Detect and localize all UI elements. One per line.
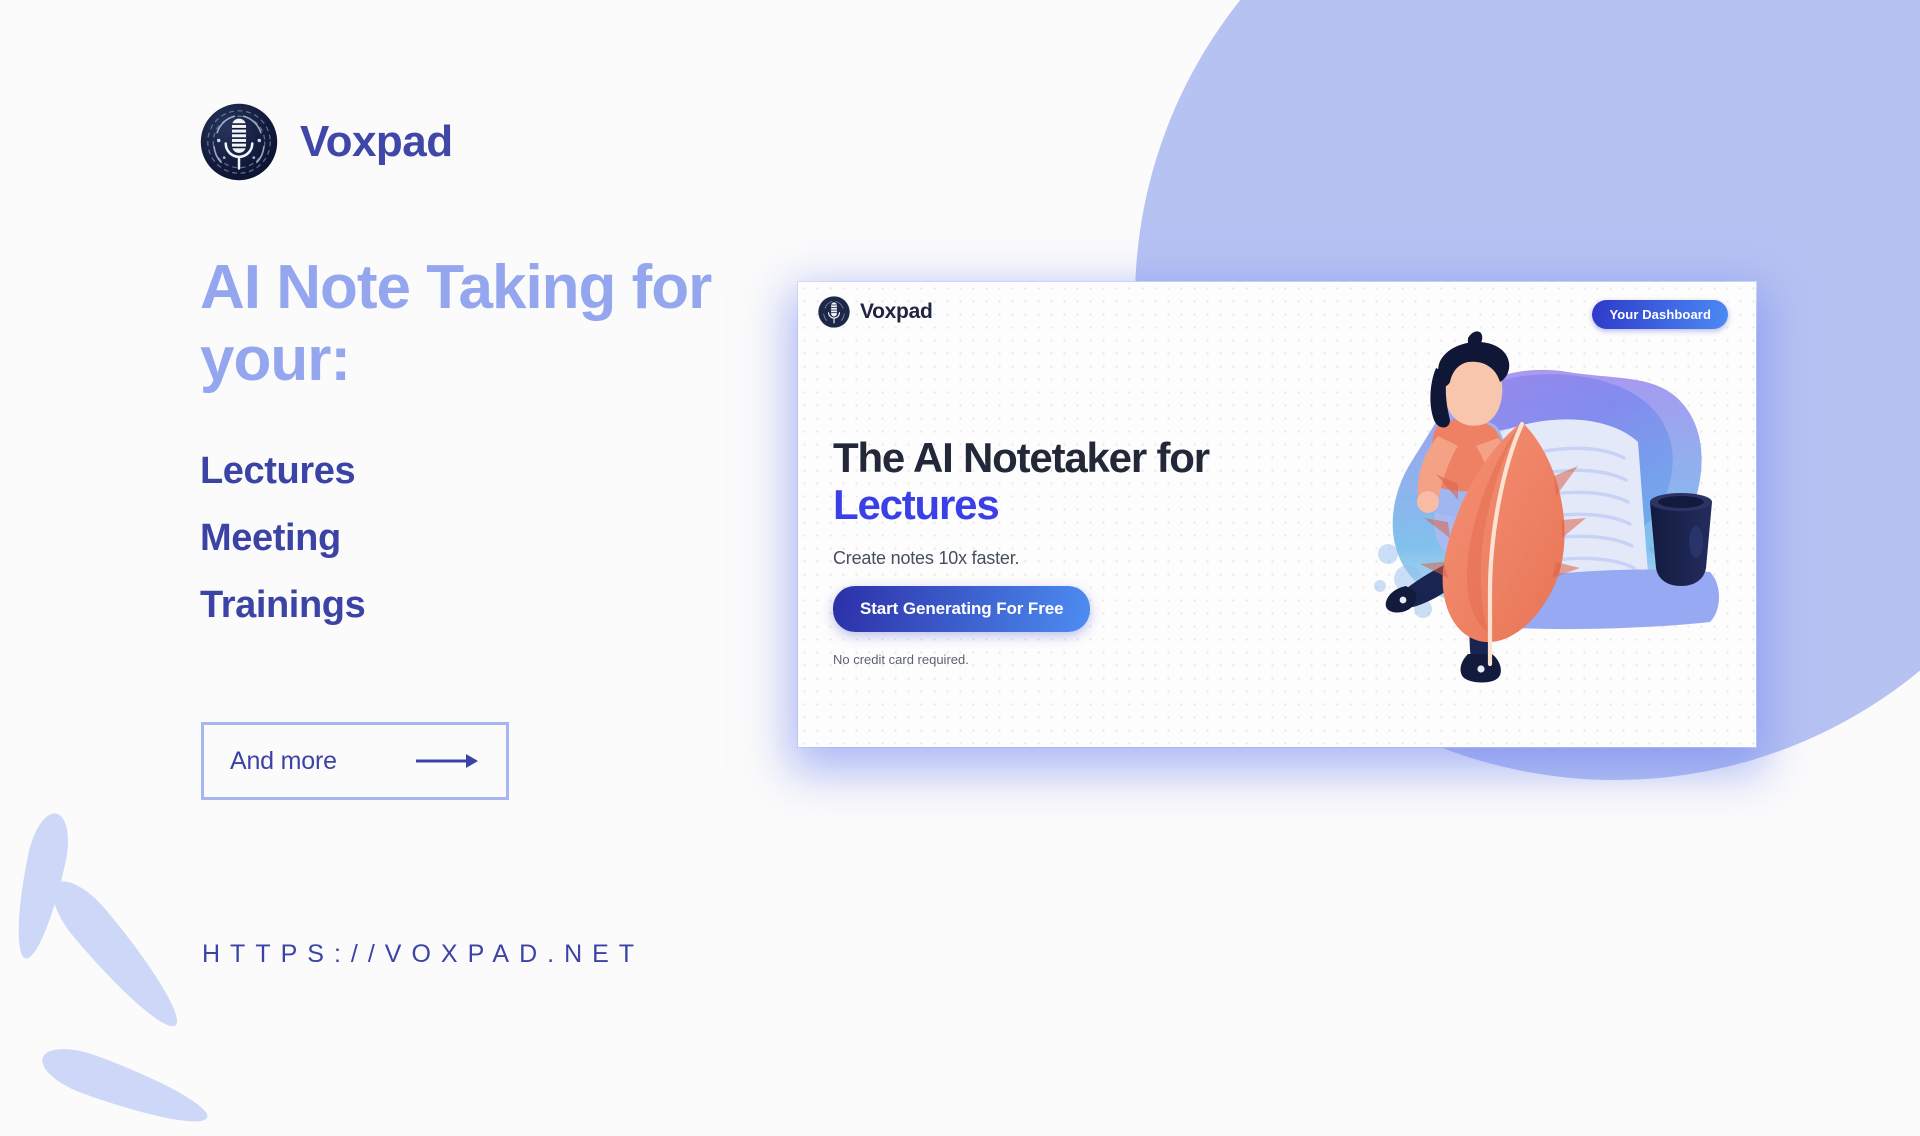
card-subtitle: Create notes 10x faster. (833, 548, 1020, 569)
brand-name: Voxpad (300, 117, 453, 166)
arrow-right-icon (416, 754, 478, 768)
product-screenshot-card: Voxpad Your Dashboard The AI Notetaker f… (798, 282, 1756, 747)
use-case-item-meeting: Meeting (200, 516, 341, 559)
card-copy-block: The AI Notetaker for Lectures Create not… (833, 434, 1303, 667)
microphone-circle-icon (818, 296, 850, 328)
person-with-quill-feather-scroll-inkpot-illustration (1374, 331, 1719, 683)
decorative-comet-shape-3 (35, 1038, 215, 1136)
and-more-label: And more (230, 746, 337, 775)
card-headline-line-1: The AI Notetaker for (833, 434, 1210, 481)
card-disclaimer: No credit card required. (833, 652, 969, 668)
card-headline-line-2: Lectures (833, 481, 1000, 529)
and-more-button[interactable]: And more (201, 722, 509, 800)
use-case-item-trainings: Trainings (200, 583, 366, 626)
card-brand-name: Voxpad (860, 300, 933, 323)
brand-logo-lockup: Voxpad (200, 103, 453, 181)
start-generating-for-free-button[interactable]: Start Generating For Free (833, 586, 1091, 633)
microphone-circle-icon (200, 103, 278, 181)
hero-headline: AI Note Taking for your: (200, 253, 712, 394)
use-case-item-lectures: Lectures (200, 450, 356, 492)
hero-left-column: Voxpad AI Note Taking for your: Lectures… (200, 0, 760, 1080)
decorative-comet-shape-2 (40, 870, 192, 1039)
card-brand-lockup: Voxpad (818, 296, 933, 328)
site-url[interactable]: HTTPS://VOXPAD.NET (202, 940, 644, 969)
use-case-list: Lectures Meeting Trainings (200, 450, 366, 653)
